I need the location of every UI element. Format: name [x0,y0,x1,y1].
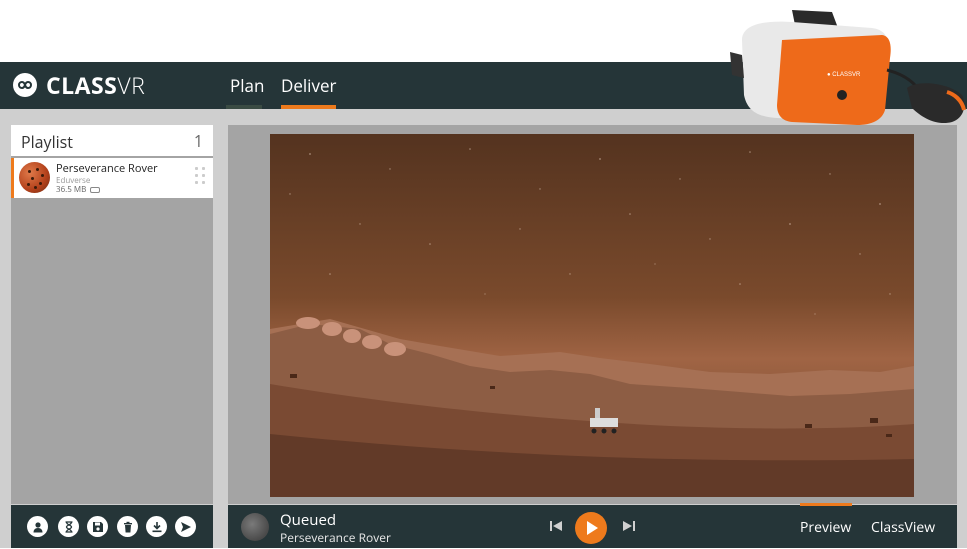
item-size: 36.5 MB [56,184,101,195]
tab-plan[interactable]: Plan [230,74,264,97]
playlist-header: Playlist 1 [11,125,213,156]
player-title: Perseverance Rover [280,529,391,546]
playlist-panel: Playlist 1 Perseverance Rover Eduverse 3… [11,125,213,504]
timer-button[interactable] [58,516,79,537]
player-bar: Queued Perseverance Rover Preview ClassV… [228,503,957,548]
tab-classview[interactable]: ClassView [871,518,935,537]
preview-panel [228,125,957,504]
skip-previous-icon[interactable] [548,518,564,534]
download-icon [152,521,161,532]
download-button[interactable] [146,516,167,537]
classvr-logo: CLASSVR [12,69,146,101]
save-button[interactable] [87,516,108,537]
playlist-item[interactable]: Perseverance Rover Eduverse 36.5 MB [11,158,213,198]
playlist-title: Playlist [21,131,73,153]
headset-small-icon [90,186,101,193]
playlist-count: 1 [193,130,203,152]
tab-deliver[interactable]: Deliver [281,74,336,97]
playlist-toolbar [11,505,213,548]
send-icon [180,521,191,532]
skip-next-icon[interactable] [621,518,637,534]
user-button[interactable] [27,516,48,537]
send-button[interactable] [175,516,196,537]
logo-text-bold: CLASS [46,69,118,101]
player-status: Queued [280,510,337,530]
preview-tab-indicator [800,503,852,506]
play-icon [587,521,598,535]
play-button[interactable] [575,512,607,544]
item-title: Perseverance Rover [56,161,158,176]
mars-preview-image[interactable] [270,134,914,497]
svg-text:● CLASSVR: ● CLASSVR [827,72,861,78]
logo-text-light: VR [117,69,146,101]
drag-handle-icon[interactable] [195,167,207,187]
delete-button[interactable] [117,516,138,537]
trash-icon [123,521,132,532]
item-thumbnail [19,162,50,193]
mars-landscape-illustration [270,148,914,497]
tab-preview[interactable]: Preview [800,518,851,537]
save-icon [92,521,103,532]
user-icon [33,521,42,532]
queued-thumbnail [241,513,269,541]
infinity-logo-icon [13,73,37,97]
hourglass-icon [65,520,72,533]
vr-headset-image: ● CLASSVR [730,10,966,125]
